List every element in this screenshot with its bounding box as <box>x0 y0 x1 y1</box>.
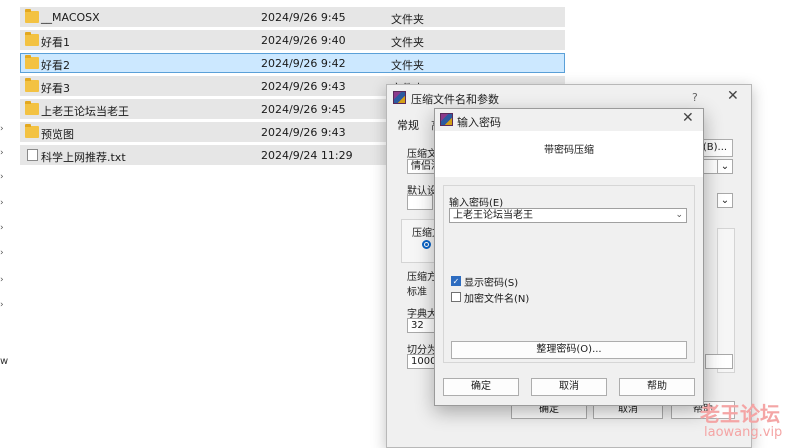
chevron-down-icon[interactable]: ⌄ <box>717 193 733 208</box>
show-password-checkbox[interactable]: ✓ <box>451 276 461 286</box>
dialog-banner: 带密码压缩 <box>435 131 703 177</box>
file-name: 上老王论坛当老王 <box>41 105 129 118</box>
file-name: 科学上网推荐.txt <box>41 151 126 164</box>
file-date: 2024/9/26 9:40 <box>261 34 346 47</box>
tree-expand-icon[interactable]: › <box>0 223 8 233</box>
file-date: 2024/9/26 9:45 <box>261 11 346 24</box>
help-icon[interactable]: ? <box>692 91 698 104</box>
method-label: 压缩方 <box>407 272 437 283</box>
banner-text: 带密码压缩 <box>544 145 594 156</box>
file-row[interactable]: 好看1 2024/9/26 9:40 文件夹 <box>20 30 565 50</box>
text-file-icon <box>27 149 38 161</box>
password-value: 上老王论坛当老王 <box>453 210 533 221</box>
file-name: __MACOSX <box>41 11 100 24</box>
file-date: 2024/9/26 9:42 <box>261 57 346 70</box>
tree-expand-icon[interactable]: › <box>0 198 8 208</box>
close-icon[interactable]: ✕ <box>727 88 739 104</box>
extra-field[interactable] <box>705 354 733 369</box>
tree-expand-icon[interactable]: › <box>0 275 8 285</box>
help-button[interactable]: 帮助 <box>619 378 695 396</box>
profiles-field[interactable] <box>407 195 433 210</box>
sidebar-fragment: w <box>0 356 9 367</box>
ok-button[interactable]: 确定 <box>443 378 519 396</box>
folder-icon <box>25 32 39 46</box>
tree-expand-icon[interactable]: › <box>0 124 8 134</box>
file-name: 好看1 <box>41 36 70 49</box>
file-type: 文件夹 <box>391 13 424 26</box>
dialog-title: 输入密码 <box>457 116 501 129</box>
file-date: 2024/9/26 9:43 <box>261 80 346 93</box>
winrar-icon <box>440 113 453 126</box>
folder-icon <box>25 78 39 92</box>
folder-icon <box>25 9 39 23</box>
watermark-url: laowang.vip <box>704 425 783 440</box>
organize-passwords-button[interactable]: 整理密码(O)... <box>451 341 687 359</box>
file-type: 文件夹 <box>391 36 424 49</box>
tree-expand-icon[interactable]: › <box>0 300 8 310</box>
split-input[interactable]: 1000 <box>407 354 436 369</box>
show-password-label[interactable]: 显示密码(S) <box>464 274 518 289</box>
file-row[interactable]: __MACOSX 2024/9/26 9:45 文件夹 <box>20 7 565 27</box>
chevron-down-icon[interactable]: ⌄ <box>717 159 733 174</box>
password-label: 输入密码(E) <box>449 198 504 209</box>
options-group <box>717 228 735 373</box>
password-input[interactable]: 上老王论坛当老王 ⌄ <box>449 208 687 223</box>
winrar-icon <box>393 91 406 104</box>
encrypt-names-label[interactable]: 加密文件名(N) <box>464 290 529 305</box>
file-date: 2024/9/26 9:43 <box>261 126 346 139</box>
file-type: 文件夹 <box>391 59 424 72</box>
close-icon[interactable]: ✕ <box>682 110 694 126</box>
folder-icon <box>25 55 39 69</box>
folder-icon <box>25 124 39 138</box>
dialog-title: 压缩文件名和参数 <box>411 93 499 106</box>
file-row-selected[interactable]: 好看2 2024/9/26 9:42 文件夹 <box>20 53 565 73</box>
tab-general[interactable]: 常规 <box>397 117 419 133</box>
dictionary-select[interactable]: 32 <box>407 318 435 333</box>
password-dialog: 输入密码 ✕ 带密码压缩 输入密码(E) 上老王论坛当老王 ⌄ ✓ 显示密码(S… <box>434 108 704 406</box>
folder-icon <box>25 101 39 115</box>
chevron-down-icon[interactable]: ⌄ <box>675 209 683 222</box>
cancel-button[interactable]: 取消 <box>531 378 607 396</box>
file-name: 好看3 <box>41 82 70 95</box>
file-name: 预览图 <box>41 128 74 141</box>
tree-expand-icon[interactable]: › <box>0 248 8 258</box>
tree-expand-icon[interactable]: › <box>0 148 8 158</box>
file-name: 好看2 <box>41 59 70 72</box>
tree-expand-icon[interactable]: › <box>0 172 8 182</box>
method-value[interactable]: 标准 <box>407 283 427 298</box>
format-radio[interactable] <box>422 240 431 249</box>
file-date: 2024/9/24 11:29 <box>261 149 353 162</box>
file-date: 2024/9/26 9:45 <box>261 103 346 116</box>
watermark-logo: 老王论坛 <box>700 402 780 426</box>
encrypt-names-checkbox[interactable] <box>451 292 461 302</box>
